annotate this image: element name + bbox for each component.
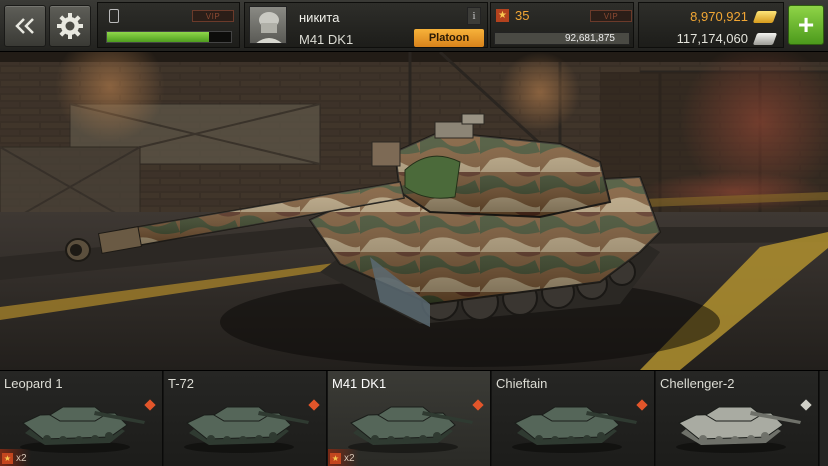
back-chevrons-icon <box>15 18 34 34</box>
tank-card[interactable]: M41 DK1 ★ x2 <box>328 371 491 466</box>
gold-amount: 8,970,921 <box>690 9 748 24</box>
star-icon: ★ <box>330 452 341 464</box>
tank-carousel: Leopard 1 ★ x2 T-72 M41 DK1 ★ x2 Chieftain Chell… <box>0 370 828 466</box>
platoon-button[interactable]: Platoon <box>414 29 484 47</box>
player-name: никита <box>299 10 340 25</box>
settings-button[interactable] <box>49 5 91 47</box>
back-button[interactable] <box>4 5 46 47</box>
tank-silhouette-icon <box>348 406 473 453</box>
player-panel[interactable]: никита M41 DK1 i Platoon <box>244 2 488 48</box>
level-panel[interactable]: ★ 35 VIP 92,681,875 <box>490 2 634 48</box>
gold-ingot-icon <box>752 11 778 23</box>
gear-icon <box>57 13 83 39</box>
tank-card[interactable]: Chieftain <box>492 371 655 466</box>
soldier-avatar-icon <box>256 12 282 43</box>
player-level: 35 <box>515 8 530 23</box>
avatar[interactable] <box>249 6 287 44</box>
next-card-edge[interactable] <box>820 371 828 466</box>
tank-card[interactable]: Leopard 1 ★ x2 <box>0 371 163 466</box>
star-icon: ★ <box>2 452 13 464</box>
add-currency-button[interactable]: + <box>788 5 824 45</box>
tank-silhouette-icon <box>20 406 145 453</box>
vip-badge: VIP <box>192 10 234 22</box>
tank-card-name: Chellenger-2 <box>660 376 735 391</box>
tank-card[interactable]: T-72 <box>164 371 327 466</box>
tank-card-name: Leopard 1 <box>4 376 63 391</box>
info-icon[interactable]: i <box>467 7 481 25</box>
current-tank-name: M41 DK1 <box>299 32 354 47</box>
xp-icon <box>109 9 119 23</box>
tank-silhouette-icon <box>676 406 801 453</box>
currency-panel[interactable]: 8,970,921 117,174,060 <box>638 2 784 48</box>
hangar-scene <box>0 52 828 370</box>
silver-amount: 117,174,060 <box>676 31 748 46</box>
tank-silhouette-icon <box>512 406 637 453</box>
tank-count: x2 <box>16 452 27 464</box>
star-icon: ★ <box>496 9 509 22</box>
xp-progress-fill <box>107 32 209 42</box>
top-bar: VIP никита M41 DK1 i Platoon ★ 35 VIP 92… <box>0 0 828 52</box>
xp-panel[interactable]: VIP <box>97 2 240 48</box>
tank-card-name: M41 DK1 <box>332 376 387 391</box>
tank-silhouette-icon <box>184 406 309 453</box>
tank-card-name: T-72 <box>168 376 195 391</box>
tank-count-badge: ★ x2 <box>0 449 31 466</box>
plus-icon: + <box>797 9 815 40</box>
tank-count: x2 <box>344 452 355 464</box>
tank-count-badge: ★ x2 <box>328 449 359 466</box>
tank-model[interactable] <box>0 52 828 370</box>
tank-card[interactable]: Chellenger-2 <box>656 371 819 466</box>
tank-card-name: Chieftain <box>496 376 548 391</box>
vip-badge: VIP <box>590 10 632 22</box>
silver-ingot-icon <box>752 33 778 45</box>
experience-value: 92,681,875 <box>494 32 630 45</box>
xp-progress-bar <box>106 31 232 43</box>
